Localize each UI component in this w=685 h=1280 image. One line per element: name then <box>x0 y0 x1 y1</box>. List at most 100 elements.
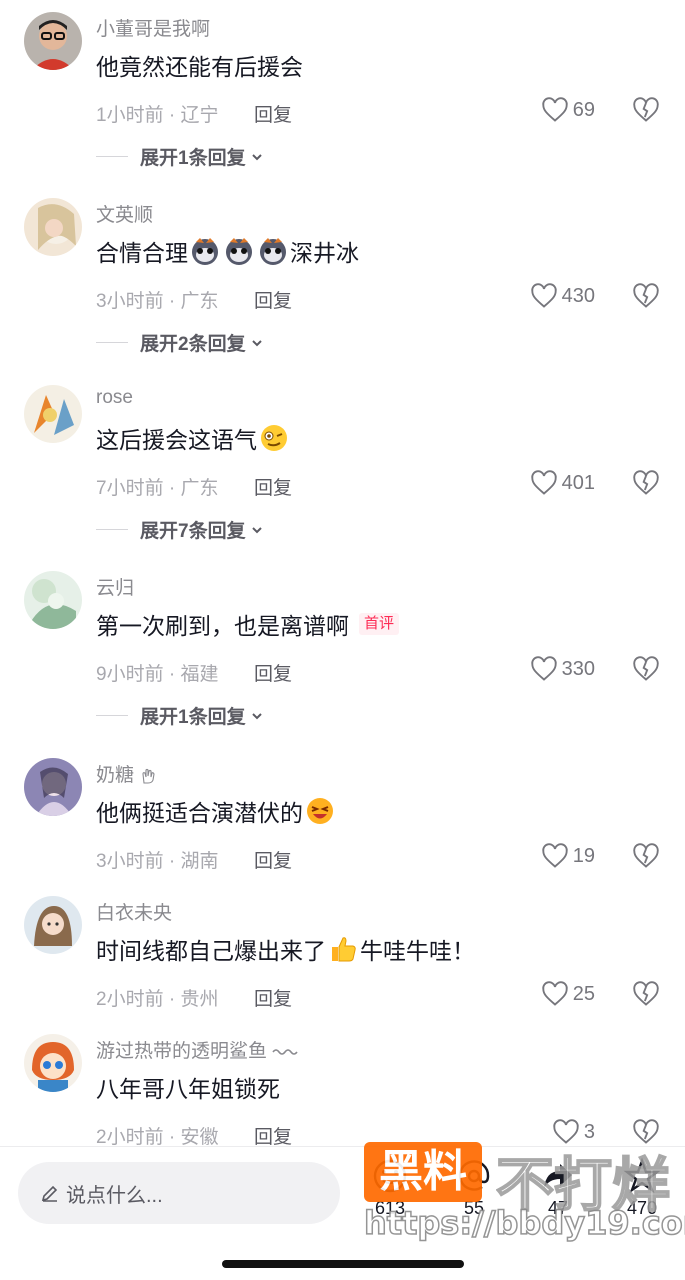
heart-icon <box>542 97 568 122</box>
comment-input[interactable]: 说点什么... <box>18 1162 340 1224</box>
username-text: 奶糖 <box>96 765 135 786</box>
username[interactable]: 白衣未央 <box>96 898 172 925</box>
chevron-down-icon <box>251 153 262 160</box>
like-button[interactable]: 69 <box>541 96 595 124</box>
expand-replies-button[interactable]: 展开7条回复 <box>96 516 264 543</box>
broken-heart-icon[interactable] <box>632 980 660 1008</box>
comment-time: 1小时前 <box>96 105 164 126</box>
avatar[interactable] <box>24 198 82 256</box>
username[interactable]: 小董哥是我啊 <box>96 14 210 41</box>
like-count: 3 <box>583 1120 595 1143</box>
broken-heart-icon[interactable] <box>632 469 660 497</box>
reply-button[interactable]: 回复 <box>254 984 292 1011</box>
comment-meta: 3小时前 · 湖南 <box>96 851 219 872</box>
like-button[interactable]: 330 <box>530 655 595 683</box>
reply-button[interactable]: 回复 <box>254 286 292 313</box>
reply-button[interactable]: 回复 <box>254 1122 292 1149</box>
bottom-divider <box>0 1146 685 1147</box>
avatar[interactable] <box>24 385 82 443</box>
username[interactable]: rose <box>96 387 133 409</box>
divider-line <box>96 529 128 530</box>
broken-heart-icon[interactable] <box>632 282 660 310</box>
reply-button[interactable]: 回复 <box>254 100 292 127</box>
divider-line <box>96 156 128 157</box>
bottom-actions: 613 55 47 470 <box>360 1148 670 1228</box>
username[interactable]: 奶糖 <box>96 760 157 787</box>
comment-location: 安徽 <box>180 1127 219 1148</box>
comment-text: 他俩挺适合演潜伏的 <box>96 794 337 828</box>
comment-text-content: 第一次刷到，也是离谱啊 <box>96 613 349 639</box>
comment-meta: 2小时前 · 安徽 <box>96 1127 219 1148</box>
comment-meta: 2小时前 · 贵州 <box>96 989 219 1010</box>
comment-text: 八年哥八年姐锁死 <box>96 1070 280 1104</box>
comment-text: 合情合理 深井冰 <box>96 234 359 268</box>
expand-label: 展开1条回复 <box>140 148 246 169</box>
avatar[interactable] <box>24 1034 82 1092</box>
expand-replies-button[interactable]: 展开2条回复 <box>96 329 264 356</box>
star-icon <box>623 1157 661 1194</box>
share-button[interactable]: 47 <box>528 1148 588 1219</box>
like-button[interactable]: 25 <box>541 980 595 1008</box>
raccoon-emoji-icon <box>258 236 288 266</box>
comment-time: 3小时前 <box>96 851 164 872</box>
divider-line <box>96 342 128 343</box>
comment-text-content: 这后援会这语气 <box>96 427 257 453</box>
at-button[interactable]: 55 <box>444 1148 504 1219</box>
comment-time: 2小时前 <box>96 1127 164 1148</box>
broken-heart-icon[interactable] <box>632 655 660 683</box>
chevron-down-icon <box>251 712 262 719</box>
reply-button[interactable]: 回复 <box>254 473 292 500</box>
heart-icon <box>542 981 568 1006</box>
action-count: 613 <box>374 1198 406 1218</box>
comment-location: 湖南 <box>180 851 219 872</box>
reply-button[interactable]: 回复 <box>254 659 292 686</box>
expand-replies-button[interactable]: 展开1条回复 <box>96 143 264 170</box>
home-indicator[interactable] <box>222 1260 464 1268</box>
comment-location: 广东 <box>180 291 219 312</box>
avatar[interactable] <box>24 896 82 954</box>
emoji-button[interactable]: 613 <box>360 1148 420 1219</box>
action-count: 470 <box>626 1198 658 1218</box>
share-icon <box>544 1164 572 1188</box>
username[interactable]: 云归 <box>96 573 134 600</box>
broken-heart-icon[interactable] <box>632 842 660 870</box>
comment-text-suffix: 深井冰 <box>290 240 359 266</box>
broken-heart-icon[interactable] <box>632 1118 660 1146</box>
comment-text-content: 他俩挺适合演潜伏的 <box>96 800 303 826</box>
pencil-icon <box>41 1185 58 1202</box>
input-placeholder: 说点什么... <box>66 1184 163 1207</box>
like-button[interactable]: 430 <box>530 282 595 310</box>
at-icon <box>458 1160 490 1191</box>
reply-button[interactable]: 回复 <box>254 846 292 873</box>
comment-text: 这后援会这语气 <box>96 421 291 455</box>
comment-time: 7小时前 <box>96 478 164 499</box>
username[interactable]: 游过热带的透明鲨鱼 <box>96 1036 300 1063</box>
username[interactable]: 文英顺 <box>96 200 153 227</box>
wave-icon <box>272 1049 298 1055</box>
comment-time: 3小时前 <box>96 291 164 312</box>
collect-button[interactable]: 470 <box>612 1148 672 1219</box>
like-button[interactable]: 19 <box>541 842 595 870</box>
heart-icon <box>542 843 568 868</box>
comment-text-content: 合情合理 <box>96 240 188 266</box>
smirk-emoji-icon <box>259 423 289 453</box>
comment-text: 他竟然还能有后援会 <box>96 48 303 82</box>
comment-time: 2小时前 <box>96 989 164 1010</box>
comment-location: 福建 <box>180 664 219 685</box>
like-button[interactable]: 401 <box>530 469 595 497</box>
chevron-down-icon <box>251 339 262 346</box>
like-count: 19 <box>572 844 595 867</box>
comment-meta: 9小时前 · 福建 <box>96 664 219 685</box>
avatar[interactable] <box>24 12 82 70</box>
avatar[interactable] <box>24 571 82 629</box>
comment-time: 9小时前 <box>96 664 164 685</box>
avatar[interactable] <box>24 758 82 816</box>
comment-meta: 3小时前 · 广东 <box>96 291 219 312</box>
expand-replies-button[interactable]: 展开1条回复 <box>96 702 264 729</box>
broken-heart-icon[interactable] <box>632 96 660 124</box>
heart-icon <box>530 470 557 495</box>
comment-text-content: 时间线都自己爆出来了 <box>96 938 326 964</box>
comment-location: 广东 <box>180 478 219 499</box>
like-button[interactable]: 3 <box>552 1118 595 1146</box>
comment-text: 时间线都自己爆出来了 牛哇牛哇！ <box>96 932 475 966</box>
